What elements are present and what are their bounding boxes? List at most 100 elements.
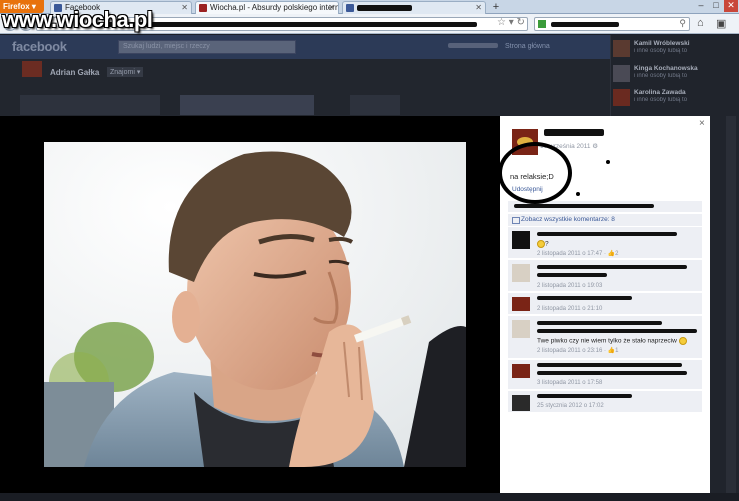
comment-time[interactable]: 2 listopada 2011 o 17:47	[537, 251, 602, 257]
search-engine-icon[interactable]	[538, 20, 546, 28]
comment-meta: 2 listopada 2011 o 17:47 · 👍2	[537, 251, 619, 257]
ticker-text: i inne osoby lubią to	[634, 97, 688, 103]
profile-tab[interactable]	[20, 95, 160, 115]
close-photo-icon[interactable]: ×	[699, 118, 705, 129]
ticker-name: Kinga Kochanowska	[634, 65, 698, 72]
highlight-circle	[498, 142, 572, 204]
page-scrollbar[interactable]	[726, 116, 736, 493]
search-input[interactable]: ⚲	[534, 17, 690, 31]
comment-meta: 25 stycznia 2012 o 17:02	[537, 403, 604, 409]
ticker-name: Karolina Zawada	[634, 89, 686, 96]
watermark: www.wiocha.pl	[2, 7, 153, 32]
comment-likes[interactable]: 2	[615, 251, 618, 257]
facebook-home-link[interactable]: Strona główna	[505, 43, 550, 50]
facebook-profile-link[interactable]	[448, 43, 498, 50]
privacy-icon: ⚙	[592, 143, 599, 150]
redacted-comment	[537, 394, 632, 398]
new-tab-button[interactable]: +	[488, 1, 504, 14]
avatar	[613, 40, 630, 57]
close-window-button[interactable]: ✕	[724, 0, 738, 12]
ink-dot	[576, 192, 580, 196]
comment: 2 listopada 2011 o 19:03	[508, 259, 702, 291]
ink-dot	[606, 160, 610, 164]
redacted-comment	[537, 296, 632, 300]
ticker-text: i inne osoby lubią to	[634, 48, 688, 54]
profile-avatar[interactable]	[22, 61, 42, 77]
facebook-favicon-icon	[346, 4, 354, 12]
like-icon[interactable]: 👍	[608, 251, 615, 257]
comment-time[interactable]: 25 stycznia 2012 o 17:02	[537, 403, 604, 409]
home-icon[interactable]: ⌂	[697, 17, 704, 29]
commenter-avatar[interactable]	[512, 297, 530, 311]
friend-badge[interactable]: Znajomi ▾	[107, 67, 144, 77]
comment-time[interactable]: 3 listopada 2011 o 17:58	[537, 380, 602, 386]
comment-text: ?	[537, 240, 549, 248]
comment-time[interactable]: 2 listopada 2011 o 19:03	[537, 283, 602, 289]
photo[interactable]	[44, 142, 466, 467]
comment: 3 listopada 2011 o 17:58	[508, 359, 702, 389]
comment: 25 stycznia 2012 o 17:02	[508, 390, 702, 412]
photo-image	[44, 142, 466, 467]
ticker-item[interactable]: Karolina Zawada i inne osoby lubią to	[613, 87, 733, 109]
bookmark-star-icon[interactable]: ☆ ▾ ↻	[497, 17, 525, 28]
smiley-icon	[537, 240, 545, 248]
commenter-avatar[interactable]	[512, 320, 530, 338]
comment-likes[interactable]: 1	[615, 348, 618, 354]
facebook-search-input[interactable]: Szukaj ludzi, miejsc i rzeczy	[118, 40, 296, 54]
maximize-button[interactable]: □	[709, 0, 723, 12]
profile-tab[interactable]	[350, 95, 400, 115]
redacted-search	[551, 22, 619, 27]
comment: 2 listopada 2011 o 21:10	[508, 292, 702, 314]
commenter-avatar[interactable]	[512, 395, 530, 411]
smiley-icon	[678, 337, 687, 345]
tab-facebook-2[interactable]: ✕	[342, 1, 486, 14]
profile-tab[interactable]	[180, 95, 314, 115]
comment-body: Twe piwko czy nie wiem tylko że stało na…	[537, 337, 679, 345]
redacted-comment	[537, 371, 687, 375]
redacted-likes	[514, 204, 654, 208]
comment-meta: 3 listopada 2011 o 17:58	[537, 380, 602, 386]
redacted-comment	[537, 329, 697, 333]
close-tab-icon[interactable]: ✕	[475, 2, 482, 14]
like-icon[interactable]: 👍	[608, 348, 615, 354]
tab-label: Wiocha.pl - Absurdy polskiego intern...	[210, 3, 339, 12]
facebook-logo[interactable]: facebook	[12, 39, 67, 54]
redacted-owner-name	[544, 129, 604, 136]
redacted-tab-title	[357, 5, 412, 11]
commenter-avatar[interactable]	[512, 264, 530, 282]
comment-time[interactable]: 2 listopada 2011 o 23:16	[537, 348, 602, 354]
comment-meta: 2 listopada 2011 o 21:10	[537, 306, 602, 312]
redacted-comment	[537, 321, 662, 325]
redacted-comment	[537, 363, 682, 367]
see-all-comments-link[interactable]: Zobacz wszystkie komentarze: 8	[508, 214, 702, 226]
bottom-strip	[0, 493, 739, 501]
profile-name[interactable]: Adrian Gałka	[50, 68, 99, 77]
avatar	[613, 65, 630, 82]
close-tab-icon[interactable]: ✕	[181, 2, 188, 14]
redacted-url	[97, 22, 477, 27]
redacted-comment	[537, 232, 677, 236]
friend-badge-label: Znajomi	[110, 69, 135, 76]
ticker-name: Kamil Wróblewski	[634, 40, 690, 47]
ticker-item[interactable]: Kamil Wróblewski i inne osoby lubią to	[613, 38, 733, 60]
ticker-text: i inne osoby lubią to	[634, 73, 688, 79]
commenter-avatar[interactable]	[512, 364, 530, 378]
comment-text: Twe piwko czy nie wiem tylko że stało na…	[537, 337, 687, 345]
avatar	[613, 89, 630, 106]
comment-body: ?	[545, 240, 549, 248]
commenter-avatar[interactable]	[512, 231, 530, 249]
wiocha-favicon-icon	[199, 4, 207, 12]
close-tab-icon[interactable]: ✕	[328, 2, 335, 14]
ticker-item[interactable]: Kinga Kochanowska i inne osoby lubią to	[613, 63, 733, 85]
comment-meta: 2 listopada 2011 o 19:03	[537, 283, 602, 289]
search-icon[interactable]: ⚲	[679, 18, 686, 29]
comment: Twe piwko czy nie wiem tylko że stało na…	[508, 315, 702, 358]
comment: ? 2 listopada 2011 o 17:47 · 👍2	[508, 226, 702, 258]
redacted-comment	[537, 273, 607, 277]
redacted-comment	[537, 265, 687, 269]
minimize-button[interactable]: –	[694, 0, 708, 12]
bookmarks-menu-icon[interactable]: ▣	[716, 17, 726, 30]
comment-time[interactable]: 2 listopada 2011 o 21:10	[537, 306, 602, 312]
comment-meta: 2 listopada 2011 o 23:16 · 👍1	[537, 348, 619, 354]
tab-wiocha[interactable]: Wiocha.pl - Absurdy polskiego intern... …	[195, 1, 339, 14]
